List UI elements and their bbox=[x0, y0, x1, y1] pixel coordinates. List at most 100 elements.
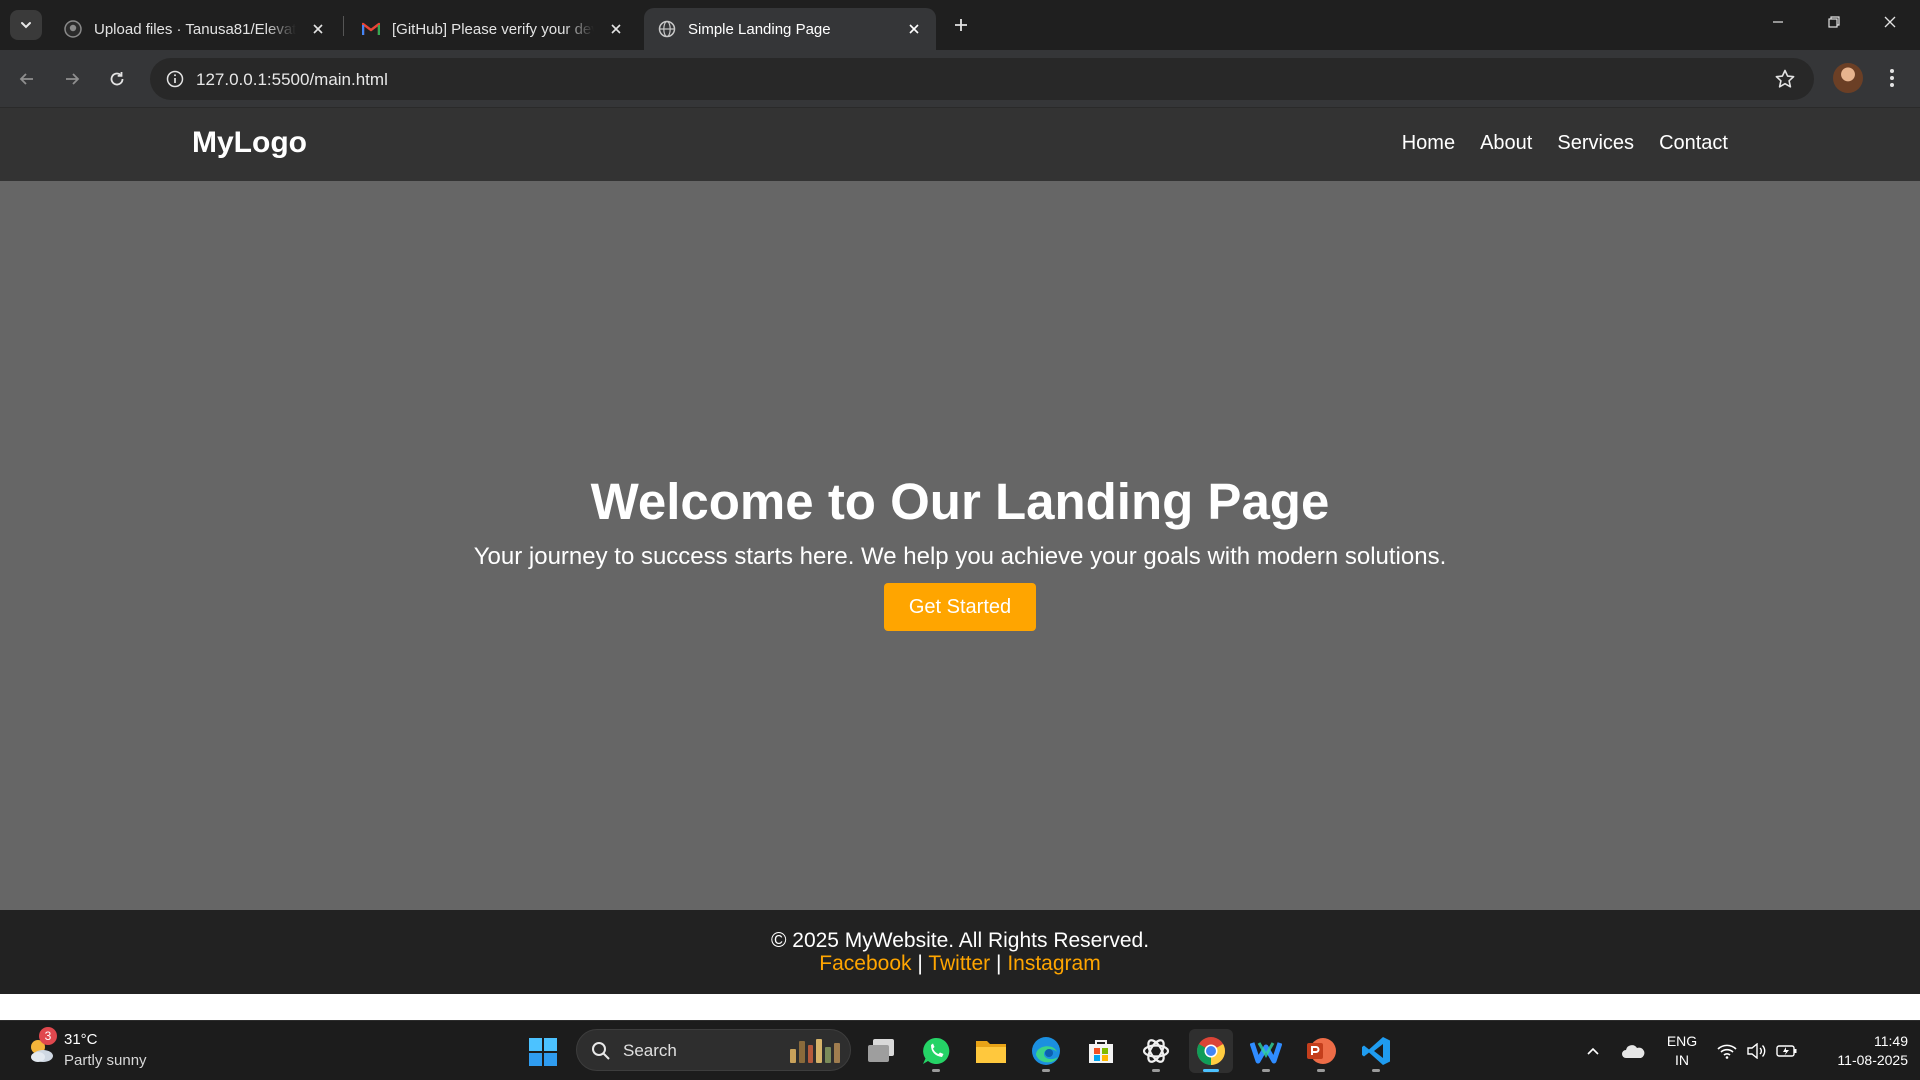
hero-title: Welcome to Our Landing Page bbox=[590, 473, 1330, 530]
new-tab-button[interactable] bbox=[946, 10, 976, 40]
taskbar-clock[interactable]: 11:49 11-08-2025 bbox=[1808, 1032, 1908, 1070]
page-viewport: MyLogo Home About Services Contact Welco… bbox=[0, 108, 1920, 1020]
browser-tab-3[interactable]: Simple Landing Page bbox=[644, 8, 936, 50]
arrow-left-icon bbox=[19, 73, 33, 85]
language-code: ENG bbox=[1666, 1033, 1698, 1049]
link-separator: | bbox=[917, 952, 923, 975]
taskbar-app-webex[interactable] bbox=[1244, 1029, 1288, 1073]
running-indicator bbox=[1203, 1069, 1219, 1072]
browser-tab-1[interactable]: Upload files · Tanusa81/Elevate- bbox=[50, 8, 340, 50]
footer-copyright: © 2025 MyWebsite. All Rights Reserved. bbox=[770, 929, 1150, 952]
site-footer: © 2025 MyWebsite. All Rights Reserved. F… bbox=[0, 910, 1920, 994]
close-window-button[interactable] bbox=[1862, 0, 1918, 44]
close-icon[interactable] bbox=[604, 17, 628, 41]
link-separator: | bbox=[996, 952, 1002, 975]
site-logo[interactable]: MyLogo bbox=[192, 126, 307, 160]
taskbar-app-chatgpt[interactable] bbox=[1134, 1029, 1178, 1073]
taskbar-app-whatsapp[interactable] bbox=[914, 1029, 958, 1073]
bookmark-star-icon[interactable] bbox=[1774, 68, 1796, 90]
reload-icon bbox=[110, 72, 124, 86]
tab-title: Simple Landing Page bbox=[688, 20, 831, 38]
file-explorer-icon bbox=[976, 1041, 1006, 1063]
tab-title: Upload files · Tanusa81/Elevate- bbox=[94, 20, 296, 38]
chrome-icon bbox=[1197, 1037, 1225, 1065]
webex-icon bbox=[1250, 1042, 1282, 1064]
onedrive-button[interactable] bbox=[1620, 1038, 1646, 1064]
minimize-button[interactable] bbox=[1750, 0, 1806, 44]
gmail-icon bbox=[362, 20, 380, 38]
running-indicator bbox=[1152, 1069, 1160, 1072]
nav-link-home[interactable]: Home bbox=[1402, 132, 1455, 155]
volume-icon bbox=[1747, 1043, 1766, 1059]
twitter-link[interactable]: Twitter bbox=[928, 952, 990, 975]
browser-tab-2[interactable]: [GitHub] Please verify your devi bbox=[348, 8, 638, 50]
taskbar-search-box[interactable]: Search bbox=[576, 1029, 851, 1071]
nav-link-contact[interactable]: Contact bbox=[1659, 132, 1728, 155]
arrow-right-icon bbox=[66, 73, 80, 85]
browser-tab-strip: Upload files · Tanusa81/Elevate- [GitHub… bbox=[0, 0, 1920, 50]
battery-button[interactable] bbox=[1774, 1038, 1800, 1064]
hero-section: Welcome to Our Landing Page Your journey… bbox=[0, 181, 1920, 910]
github-icon bbox=[64, 20, 82, 38]
minimize-icon bbox=[1773, 21, 1783, 23]
site-nav: Home About Services Contact bbox=[1402, 132, 1728, 155]
onedrive-cloud-icon bbox=[1622, 1045, 1645, 1058]
task-view-icon bbox=[868, 1039, 894, 1062]
reload-button[interactable] bbox=[100, 62, 134, 96]
wifi-icon bbox=[1717, 1044, 1737, 1059]
whatsapp-icon bbox=[923, 1037, 950, 1064]
url-text[interactable]: 127.0.0.1:5500/main.html bbox=[196, 70, 388, 90]
forward-button[interactable] bbox=[55, 62, 89, 96]
tab-separator bbox=[343, 16, 344, 36]
search-label: Search bbox=[623, 1041, 677, 1060]
instagram-link[interactable]: Instagram bbox=[1007, 952, 1100, 975]
close-icon[interactable] bbox=[306, 17, 330, 41]
taskbar-app-file-explorer[interactable] bbox=[969, 1029, 1013, 1073]
browser-menu-button[interactable] bbox=[1880, 63, 1904, 93]
weather-description: Partly sunny bbox=[64, 1052, 147, 1069]
close-icon[interactable] bbox=[902, 17, 926, 41]
region-code: IN bbox=[1675, 1052, 1689, 1068]
microsoft-store-icon bbox=[1089, 1040, 1113, 1063]
language-indicator[interactable]: ENG IN bbox=[1660, 1032, 1704, 1070]
back-button[interactable] bbox=[10, 62, 44, 96]
running-indicator bbox=[1317, 1069, 1325, 1072]
edge-icon bbox=[1032, 1037, 1060, 1065]
close-icon bbox=[1884, 16, 1896, 28]
taskbar-app-store[interactable] bbox=[1079, 1029, 1123, 1073]
profile-avatar[interactable] bbox=[1833, 63, 1863, 93]
more-vertical-icon bbox=[1890, 69, 1894, 87]
get-started-button[interactable]: Get Started bbox=[884, 583, 1036, 631]
tab-search-button[interactable] bbox=[10, 10, 42, 40]
address-bar[interactable]: 127.0.0.1:5500/main.html bbox=[150, 58, 1814, 100]
volume-button[interactable] bbox=[1744, 1038, 1770, 1064]
hero-subtitle: Your journey to success starts here. We … bbox=[473, 543, 1447, 570]
weather-alert-badge: 3 bbox=[39, 1027, 57, 1045]
browser-toolbar: 127.0.0.1:5500/main.html bbox=[0, 50, 1920, 108]
wifi-button[interactable] bbox=[1714, 1038, 1740, 1064]
chevron-up-icon bbox=[1587, 1047, 1599, 1055]
nav-link-about[interactable]: About bbox=[1480, 132, 1532, 155]
powerpoint-icon bbox=[1307, 1038, 1336, 1064]
nav-link-services[interactable]: Services bbox=[1557, 132, 1634, 155]
facebook-link[interactable]: Facebook bbox=[819, 952, 911, 975]
clock-time: 11:49 bbox=[1874, 1033, 1908, 1049]
battery-charging-icon bbox=[1776, 1045, 1797, 1057]
windows-start-icon[interactable] bbox=[528, 1037, 558, 1067]
search-icon bbox=[592, 1042, 610, 1060]
taskbar-app-vscode[interactable] bbox=[1354, 1029, 1398, 1073]
taskbar: 3 31°C Partly sunny Search ENG IN 11:49 … bbox=[0, 1020, 1920, 1080]
taskbar-app-chrome[interactable] bbox=[1189, 1029, 1233, 1073]
restore-button[interactable] bbox=[1806, 0, 1862, 44]
task-view-button[interactable] bbox=[859, 1029, 903, 1073]
running-indicator bbox=[1262, 1069, 1270, 1072]
vscode-icon bbox=[1362, 1037, 1390, 1065]
restore-icon bbox=[1828, 16, 1840, 28]
taskbar-app-edge[interactable] bbox=[1024, 1029, 1068, 1073]
chatgpt-icon bbox=[1142, 1039, 1170, 1063]
show-hidden-icons-button[interactable] bbox=[1580, 1038, 1606, 1064]
site-info-icon[interactable] bbox=[160, 64, 190, 94]
footer-social-links: Facebook | Twitter | Instagram bbox=[0, 952, 1920, 976]
tab-title: [GitHub] Please verify your devi bbox=[392, 20, 594, 38]
taskbar-app-powerpoint[interactable] bbox=[1299, 1029, 1343, 1073]
